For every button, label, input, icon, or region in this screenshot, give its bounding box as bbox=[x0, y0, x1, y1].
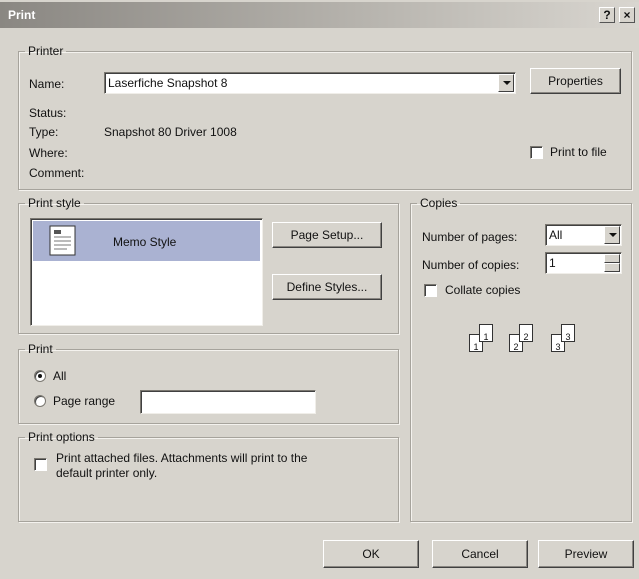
copies-value: 1 bbox=[549, 256, 556, 270]
collate-label: Collate copies bbox=[445, 283, 521, 297]
print-to-file-label: Print to file bbox=[550, 145, 607, 159]
pages-value: All bbox=[549, 228, 563, 242]
stepper-down-icon[interactable] bbox=[604, 263, 620, 272]
help-button[interactable]: ? bbox=[599, 7, 615, 23]
list-item-memo-style[interactable]: Memo Style bbox=[33, 221, 260, 261]
print-dialog: Print ? × Printer Name: Laserfiche Snaps… bbox=[0, 0, 639, 579]
title-bar: Print ? × bbox=[0, 2, 639, 28]
printer-name-value: Laserfiche Snapshot 8 bbox=[108, 76, 228, 90]
preview-button[interactable]: Preview bbox=[538, 540, 634, 568]
print-options-legend: Print options bbox=[28, 430, 95, 444]
name-label: Name: bbox=[29, 77, 65, 91]
page-range-label: Page range bbox=[53, 394, 116, 408]
memo-style-label: Memo Style bbox=[113, 235, 177, 249]
collate-illustration: 1 1 2 2 3 3 bbox=[465, 320, 595, 370]
stepper-up-icon[interactable] bbox=[604, 254, 620, 263]
print-attached-checkbox[interactable] bbox=[34, 458, 47, 471]
where-label: Where: bbox=[29, 146, 68, 160]
define-styles-button[interactable]: Define Styles... bbox=[272, 274, 382, 300]
chevron-down-icon[interactable] bbox=[604, 226, 620, 244]
ok-button[interactable]: OK bbox=[323, 540, 419, 568]
comment-label: Comment: bbox=[29, 166, 85, 180]
chevron-down-icon[interactable] bbox=[498, 74, 514, 92]
print-style-list[interactable]: Memo Style bbox=[30, 218, 263, 326]
pages-select[interactable]: All bbox=[545, 224, 622, 246]
type-value: Snapshot 80 Driver 1008 bbox=[104, 125, 237, 139]
copies-legend: Copies bbox=[420, 196, 458, 210]
printer-group: Printer bbox=[18, 44, 632, 190]
cancel-button[interactable]: Cancel bbox=[432, 540, 528, 568]
collate-page-front: 1 bbox=[479, 324, 493, 342]
pages-label: Number of pages: bbox=[422, 230, 518, 244]
all-label: All bbox=[53, 369, 67, 383]
type-label: Type: bbox=[29, 125, 59, 139]
print-style-legend: Print style bbox=[28, 196, 81, 210]
properties-button[interactable]: Properties bbox=[530, 68, 621, 94]
page-setup-button[interactable]: Page Setup... bbox=[272, 222, 382, 248]
print-attached-label-line1: Print attached files. Attachments will p… bbox=[56, 451, 308, 465]
collate-page-front: 3 bbox=[561, 324, 575, 342]
print-attached-label-line2: default printer only. bbox=[56, 466, 158, 480]
printer-legend: Printer bbox=[28, 44, 64, 58]
copies-stepper[interactable]: 1 bbox=[545, 252, 622, 274]
printer-name-select[interactable]: Laserfiche Snapshot 8 bbox=[104, 72, 516, 94]
print-range-legend: Print bbox=[28, 342, 53, 356]
status-label: Status: bbox=[29, 106, 67, 120]
collate-page-front: 2 bbox=[519, 324, 533, 342]
all-radio[interactable] bbox=[34, 370, 46, 382]
close-button[interactable]: × bbox=[619, 7, 635, 23]
copies-label: Number of copies: bbox=[422, 258, 520, 272]
print-to-file-checkbox[interactable] bbox=[530, 146, 543, 159]
page-range-input[interactable] bbox=[140, 390, 316, 414]
collate-checkbox[interactable] bbox=[424, 284, 437, 297]
page-range-radio[interactable] bbox=[34, 395, 46, 407]
window-title: Print bbox=[8, 8, 36, 22]
memo-style-icon bbox=[49, 225, 76, 256]
